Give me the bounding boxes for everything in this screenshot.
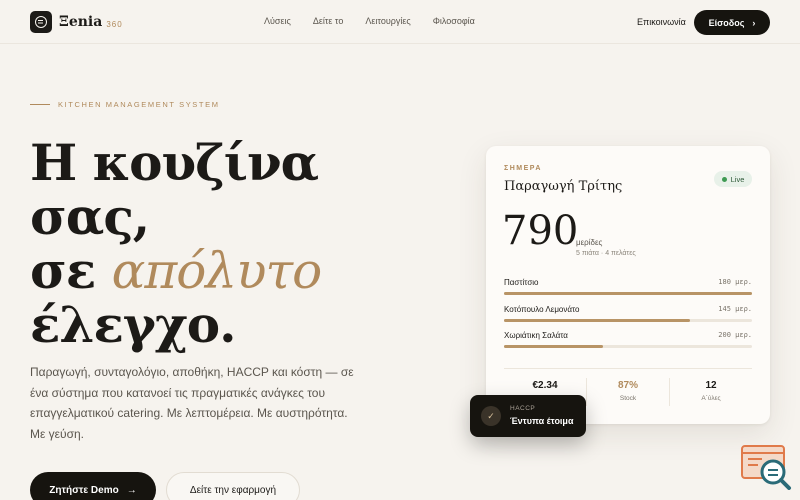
headline-line-3: σε απόλυτο xyxy=(30,241,323,300)
arrow-right-icon: → xyxy=(126,484,137,496)
progress-track xyxy=(504,345,752,348)
view-app-button[interactable]: Δείτε την εφαρμογή xyxy=(166,472,300,500)
item-value: 200 μερ. xyxy=(718,331,752,339)
total-unit: μερίδες xyxy=(576,238,603,247)
list-item: Χωριάτικη Σαλάτα 200 μερ. xyxy=(504,331,752,358)
live-dot-icon xyxy=(721,176,727,182)
headline-accent: απόλυτο xyxy=(111,242,323,300)
total-portions: 790 xyxy=(502,208,579,254)
eyebrow-rule xyxy=(30,104,50,105)
chevron-right-icon: › xyxy=(752,17,756,28)
progress-track xyxy=(504,292,752,295)
item-name: Χωριάτικη Σαλάτα xyxy=(504,331,568,340)
toast-value: Έντυπα έτοιμα xyxy=(510,416,574,426)
headline-line-3a: σε xyxy=(30,241,112,300)
toast-label: HACCP xyxy=(510,405,536,412)
check-icon: ✓ xyxy=(481,406,501,426)
stat-label: Α΄ύλες xyxy=(701,395,721,402)
headline-line-2: σας, xyxy=(30,187,150,246)
stat-value: 12 xyxy=(705,380,717,391)
production-card: ΣΗΜΕΡΑ Παραγωγή Τρίτης Live 790 μερίδες … xyxy=(486,146,770,424)
stat-stock: 87% Stock xyxy=(586,378,669,406)
nav-link-features[interactable]: Λειτουργίες xyxy=(365,16,410,26)
list-item: Κοτόπουλο Λεμονάτο 145 μερ. xyxy=(504,305,752,332)
progress-fill xyxy=(504,318,690,322)
item-name: Κοτόπουλο Λεμονάτο xyxy=(504,304,580,314)
stat-value: €2.34 xyxy=(532,380,558,391)
view-app-label: Δείτε την εφαρμογή xyxy=(189,484,277,496)
top-navigation: Ξenia 360 Λύσεις Δείτε το Λειτουργίες Φι… xyxy=(0,0,800,44)
nav-link-solutions[interactable]: Λύσεις xyxy=(264,16,291,26)
item-value: 180 μερ. xyxy=(718,278,752,286)
progress-fill xyxy=(504,292,752,295)
login-label: Είσοδος xyxy=(708,17,745,28)
login-button[interactable]: Είσοδος › xyxy=(694,10,770,35)
hero-eyebrow: KITCHEN MANAGEMENT SYSTEM xyxy=(30,100,220,109)
progress-track xyxy=(504,318,752,322)
progress-fill xyxy=(504,345,604,348)
list-item: Παστίτσιο 180 μερ. xyxy=(504,278,752,305)
total-sub: 5 πιάτα · 4 πελάτες xyxy=(576,250,636,257)
item-name: Παστίτσιο xyxy=(504,278,539,287)
live-label: Live xyxy=(730,174,745,184)
card-title: Παραγωγή Τρίτης xyxy=(504,179,623,194)
stat-value: 87% xyxy=(617,380,638,391)
logo-suffix: 360 xyxy=(106,19,123,29)
eyebrow-text: KITCHEN MANAGEMENT SYSTEM xyxy=(58,100,220,109)
request-demo-button[interactable]: Ζητήστε Demo → xyxy=(30,472,156,500)
logo[interactable]: Ξenia 360 xyxy=(30,11,123,33)
nav-contact-link[interactable]: Επικοινωνία xyxy=(637,17,686,27)
item-value: 145 μερ. xyxy=(718,304,752,313)
hero-headline: Η κουζίνα σας, σε απόλυτο έλεγχο. xyxy=(30,133,323,354)
logo-text: Ξenia xyxy=(59,14,103,30)
logo-icon xyxy=(30,11,52,33)
card-eyebrow: ΣΗΜΕΡΑ xyxy=(504,165,542,172)
live-badge: Live xyxy=(714,171,752,187)
nav-link-philosophy[interactable]: Φιλοσοφία xyxy=(433,16,475,26)
nav-links: Λύσεις Δείτε το Λειτουργίες Φιλοσοφία xyxy=(264,16,475,26)
headline-line-4: έλεγχο. xyxy=(30,295,237,354)
headline-line-1: Η κουζίνα xyxy=(30,133,319,192)
stat-label: Stock xyxy=(619,395,637,402)
chat-search-icon xyxy=(741,445,791,490)
stat-raw-materials: 12 Α΄ύλες xyxy=(669,378,752,406)
production-list: Παστίτσιο 180 μερ. Κοτόπουλο Λεμονάτο 14… xyxy=(504,278,752,358)
haccp-toast: ✓ HACCP Έντυπα έτοιμα xyxy=(470,395,586,437)
card-divider xyxy=(504,368,752,369)
nav-link-see-it[interactable]: Δείτε το xyxy=(313,16,344,26)
request-demo-label: Ζητήστε Demo xyxy=(49,484,119,496)
hero-lead: Παραγωγή, συνταγολόγιο, αποθήκη, HACCP κ… xyxy=(30,365,354,441)
help-widget-icon[interactable] xyxy=(740,444,792,490)
